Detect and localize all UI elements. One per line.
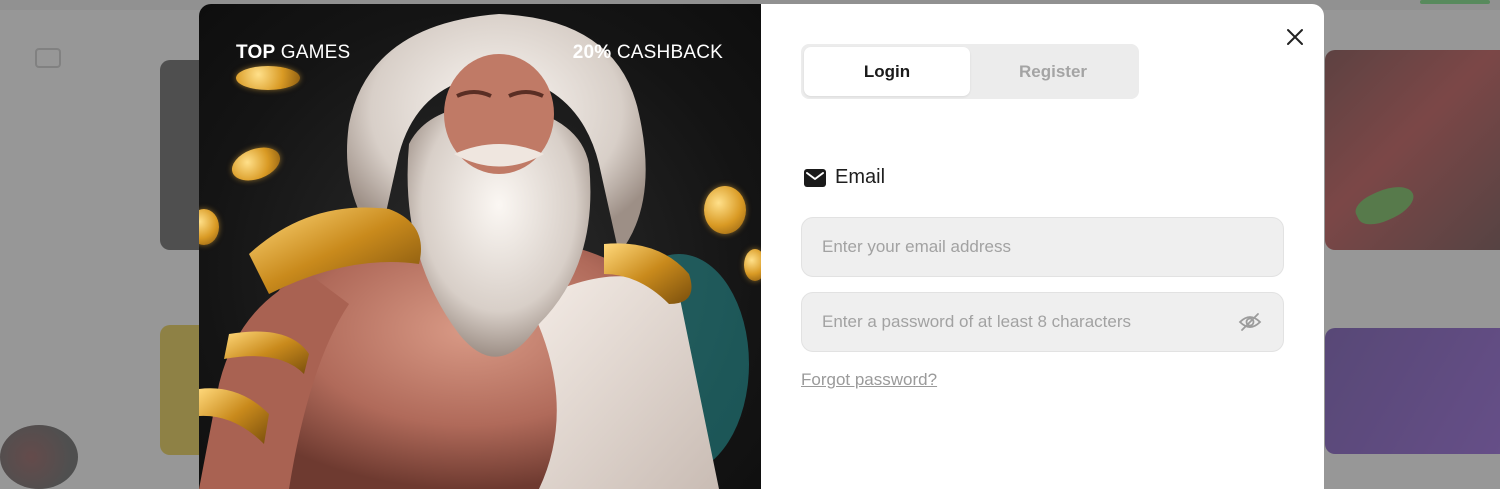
tab-register[interactable]: Register	[970, 47, 1136, 96]
promo-cashback-bold: 20%	[572, 42, 612, 63]
envelope-icon	[804, 168, 826, 187]
email-field[interactable]	[801, 217, 1284, 277]
forgot-password-link[interactable]: Forgot password?	[801, 370, 937, 390]
coin-decoration	[744, 249, 761, 281]
close-button[interactable]	[1282, 24, 1308, 50]
password-input[interactable]	[822, 312, 1237, 332]
promo-top-games: TOP GAMES	[236, 42, 350, 64]
coin-decoration	[236, 66, 300, 90]
toggle-password-visibility-button[interactable]	[1237, 309, 1263, 335]
auth-modal: TOP GAMES 20% CASHBACK Login Register Em…	[199, 4, 1324, 489]
password-field[interactable]	[801, 292, 1284, 352]
promo-cashback: 20% CASHBACK	[573, 42, 723, 64]
coin-decoration	[704, 186, 746, 234]
promo-cashback-rest: CASHBACK	[611, 42, 723, 63]
login-method-label: Email	[835, 166, 886, 188]
email-input[interactable]	[822, 237, 1263, 257]
promo-top-games-bold: TOP	[236, 42, 276, 63]
login-method: Email	[804, 166, 885, 189]
auth-form-panel: Login Register Email Forgot passwo	[761, 4, 1324, 489]
close-icon	[1287, 29, 1303, 45]
auth-tabs: Login Register	[801, 44, 1139, 99]
promo-panel: TOP GAMES 20% CASHBACK	[199, 4, 761, 489]
promo-top-games-rest: GAMES	[275, 42, 351, 63]
tab-login[interactable]: Login	[804, 47, 970, 96]
eye-off-icon	[1238, 313, 1262, 331]
